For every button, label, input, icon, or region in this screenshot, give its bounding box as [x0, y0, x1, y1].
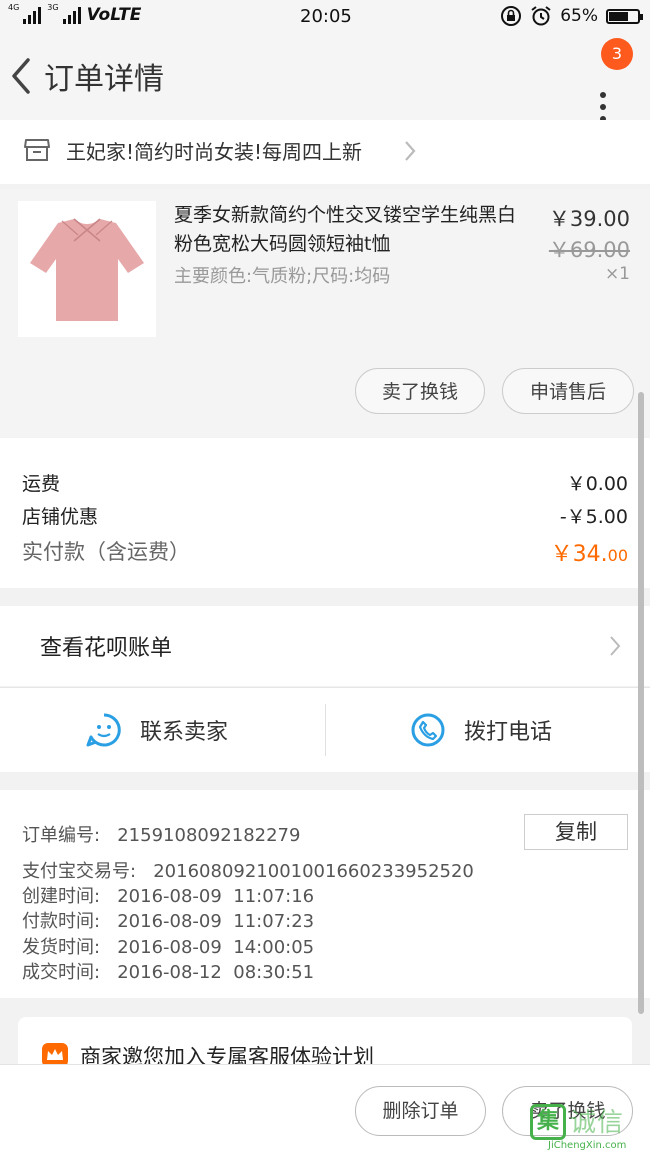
shipping-value: ￥0.00 — [566, 473, 628, 495]
chevron-right-icon — [610, 636, 621, 656]
divider — [325, 704, 326, 756]
signal-icon-2 — [62, 6, 81, 24]
watermark-box: 集 — [530, 1104, 566, 1140]
total-main: ￥34. — [550, 542, 608, 567]
notification-badge: 3 — [601, 38, 633, 70]
copy-button[interactable]: 复制 — [524, 814, 628, 850]
phone-icon — [411, 713, 445, 747]
discount-value: -￥5.00 — [559, 506, 628, 528]
call-phone-label[interactable]: 拨打电话 — [464, 714, 552, 746]
clock: 20:05 — [300, 6, 352, 27]
completed-time: 成交时间: 2016-08-12 08:30:51 — [22, 962, 315, 983]
shipping-label: 运费 — [22, 473, 61, 495]
call-phone-button[interactable]: 拨打电话 — [410, 688, 552, 772]
alipay-trade-number: 支付宝交易号: 2016080921001001660233952520 — [22, 861, 474, 882]
nav-bar: 订单详情 — [0, 34, 650, 122]
signal-icon — [23, 6, 42, 24]
product-price: ￥39.00 — [548, 207, 630, 231]
product-original-price: ￥69.00 — [548, 238, 630, 262]
contact-seller-label[interactable]: 联系卖家 — [140, 714, 228, 746]
tshirt-image — [30, 218, 144, 321]
product-spec: 主要颜色:气质粉;尺码:均码 — [174, 266, 391, 287]
carrier-label: VoLTE — [86, 5, 142, 25]
back-arrow-icon[interactable] — [8, 56, 38, 96]
watermark-logo: 集 诚信 JiChengXin.com — [530, 1104, 648, 1154]
shop-row[interactable]: 王妃家!简约时尚女装!每周四上新 — [0, 120, 650, 184]
store-icon — [24, 139, 50, 161]
chevron-right-icon — [405, 141, 416, 161]
product-title[interactable]: 夏季女新款简约个性交叉镂空学生纯黑白粉色宽松大码圆领短袖t恤 — [174, 201, 529, 259]
product-quantity: ×1 — [604, 264, 630, 284]
shipped-time: 发货时间: 2016-08-09 14:00:05 — [22, 937, 315, 958]
scrollbar[interactable] — [638, 392, 644, 1014]
product-card[interactable]: 夏季女新款简约个性交叉镂空学生纯黑白粉色宽松大码圆领短袖t恤 主要颜色:气质粉;… — [0, 189, 650, 437]
chat-bubble-icon — [86, 713, 121, 747]
battery-percent: 65% — [560, 6, 598, 26]
order-info: 订单编号: 2159108092182279 复制 支付宝交易号: 201608… — [0, 790, 650, 998]
total-row: 实付款（含运费） ￥34.00 — [22, 536, 628, 568]
contact-seller-button[interactable]: 联系卖家 — [86, 688, 228, 772]
shipping-row: 运费 ￥0.00 — [22, 469, 628, 496]
paid-time: 付款时间: 2016-08-09 11:07:23 — [22, 911, 315, 932]
status-bar: 4G 3G VoLTE 20:05 65% — [0, 0, 650, 34]
huabei-bill-row[interactable]: 查看花呗账单 — [0, 606, 650, 686]
status-right: 65% — [500, 5, 643, 27]
status-left: 4G 3G VoLTE — [8, 2, 142, 26]
network-label-2: 3G — [47, 2, 59, 12]
sell-for-cash-button[interactable]: 卖了换钱 — [355, 368, 485, 414]
watermark-cn: 诚信 — [570, 1108, 625, 1138]
created-time: 创建时间: 2016-08-09 11:07:16 — [22, 886, 315, 907]
battery-icon — [606, 8, 643, 24]
page-title: 订单详情 — [44, 62, 164, 97]
product-thumbnail[interactable] — [18, 201, 156, 337]
contact-bar: 联系卖家 拨打电话 — [0, 687, 650, 772]
after-sale-button[interactable]: 申请售后 — [502, 368, 634, 414]
shop-name[interactable]: 王妃家!简约时尚女装!每周四上新 — [66, 136, 362, 165]
discount-row: 店铺优惠 -￥5.00 — [22, 502, 628, 529]
total-value: ￥34.00 — [551, 536, 628, 568]
delete-order-button[interactable]: 删除订单 — [355, 1086, 486, 1136]
watermark-en: JiChengXin.com — [548, 1140, 627, 1151]
rotation-lock-icon — [501, 6, 522, 26]
order-number: 订单编号: 2159108092182279 — [22, 825, 301, 846]
discount-label: 店铺优惠 — [22, 506, 99, 528]
total-cents: 00 — [607, 546, 628, 565]
alarm-icon — [531, 6, 551, 26]
total-label: 实付款（含运费） — [22, 540, 190, 564]
huabei-bill-label[interactable]: 查看花呗账单 — [40, 630, 172, 662]
cost-summary: 运费 ￥0.00 店铺优惠 -￥5.00 实付款（含运费） ￥34.00 — [0, 438, 650, 588]
network-label-1: 4G — [8, 2, 20, 12]
